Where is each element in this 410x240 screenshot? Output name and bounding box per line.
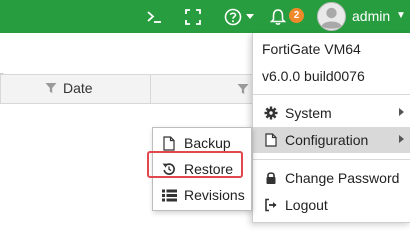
top-bar: 2 admin ▼ xyxy=(0,0,410,33)
menu-item-system[interactable]: System xyxy=(253,100,410,126)
file-icon xyxy=(264,133,278,147)
submenu-arrow-icon xyxy=(399,108,404,116)
menu-item-label: System xyxy=(285,105,332,121)
submenu-item-label: Backup xyxy=(184,135,231,151)
notification-badge: 2 xyxy=(289,8,304,23)
date-column-header[interactable]: Date xyxy=(45,80,93,96)
menu-divider xyxy=(253,159,410,160)
logout-icon xyxy=(264,198,278,212)
chevron-down-icon xyxy=(246,13,254,19)
restore-highlight-box xyxy=(147,151,243,178)
submenu-item-label: Revisions xyxy=(184,187,245,203)
menu-item-change-password[interactable]: Change Password xyxy=(253,165,410,191)
filter-icon[interactable] xyxy=(237,82,249,98)
menu-item-label: Configuration xyxy=(285,132,369,148)
menu-item-label: Logout xyxy=(285,197,328,213)
user-dropdown-menu: FortiGate VM64 v6.0.0 build0076 System C… xyxy=(252,33,410,223)
submenu-item-revisions[interactable]: Revisions xyxy=(153,182,251,208)
user-avatar-icon[interactable] xyxy=(317,2,346,31)
fullscreen-icon[interactable] xyxy=(181,0,205,33)
version-label: v6.0.0 build0076 xyxy=(262,68,365,84)
user-name[interactable]: admin xyxy=(352,8,390,24)
gear-icon xyxy=(264,106,278,120)
terminal-icon[interactable] xyxy=(143,0,165,33)
filter-icon[interactable] xyxy=(45,82,57,94)
product-name: FortiGate VM64 xyxy=(262,41,361,57)
column-divider xyxy=(150,75,151,103)
bell-icon[interactable] xyxy=(266,0,290,33)
chevron-down-icon[interactable]: ▼ xyxy=(396,10,406,21)
date-header-label: Date xyxy=(63,80,93,96)
help-icon[interactable] xyxy=(222,0,256,33)
file-icon xyxy=(161,135,177,151)
list-icon xyxy=(161,187,177,203)
menu-divider xyxy=(253,94,410,95)
menu-item-label: Change Password xyxy=(285,170,400,186)
menu-item-configuration[interactable]: Configuration xyxy=(253,127,410,153)
column-divider xyxy=(0,75,1,103)
lock-icon xyxy=(264,171,278,185)
submenu-arrow-icon xyxy=(399,135,404,143)
menu-item-logout[interactable]: Logout xyxy=(253,192,410,218)
